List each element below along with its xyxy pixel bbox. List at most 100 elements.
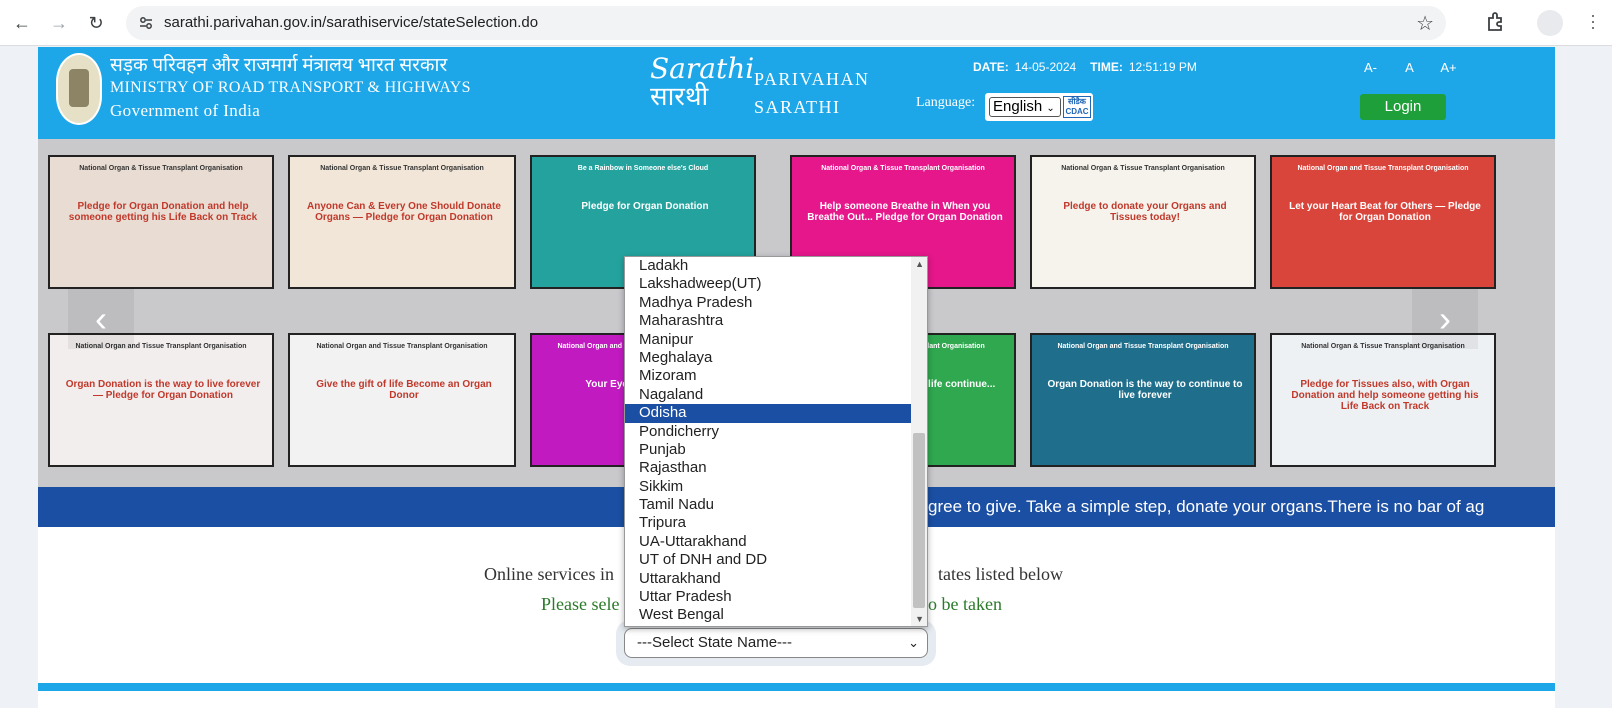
state-option[interactable]: Lakshadweep(UT) <box>625 275 912 293</box>
state-option[interactable]: Odisha <box>625 404 912 423</box>
font-normal-button[interactable]: A <box>1390 60 1429 75</box>
date-label: DATE: <box>973 60 1009 74</box>
state-option[interactable]: Punjab <box>625 441 912 459</box>
slide-text: Pledge for Tissues also, with Organ Dona… <box>1291 379 1479 412</box>
info-line-2-right: o be taken <box>928 594 1002 614</box>
state-option[interactable]: Sikkim <box>625 478 912 496</box>
state-option[interactable]: Madhya Pradesh <box>625 294 912 312</box>
state-option[interactable]: Manipur <box>625 331 912 349</box>
date-time-display: DATE: 14-05-2024 TIME: 12:51:19 PM <box>973 60 1197 74</box>
state-option[interactable]: Uttarakhand <box>625 570 912 588</box>
slide-text: Pledge for Organ Donation and help someo… <box>68 201 258 223</box>
carousel-slide[interactable]: National Organ and Tissue Transplant Org… <box>288 333 516 467</box>
site-info-icon[interactable] <box>138 15 154 31</box>
info-line-2-left: Please sele <box>541 594 620 614</box>
slide-text: Pledge for Organ Donation <box>581 201 709 212</box>
carousel-slide[interactable]: National Organ & Tissue Transplant Organ… <box>288 155 516 289</box>
state-option[interactable]: Mizoram <box>625 367 912 385</box>
time-label: TIME: <box>1090 60 1123 74</box>
sarathi-logo[interactable]: Sarathi सारथी PARIVAHAN SARATHI <box>650 52 885 118</box>
slide-title: Be a Rainbow in Someone else's Cloud <box>577 165 709 172</box>
slide-title: National Organ & Tissue Transplant Organ… <box>320 165 484 172</box>
carousel-prev-icon[interactable]: ‹ <box>68 289 134 349</box>
state-option[interactable]: Tripura <box>625 514 912 532</box>
slide-title: National Organ & Tissue Transplant Organ… <box>1061 165 1225 172</box>
state-option[interactable]: Ladakh <box>625 257 912 275</box>
footer-strip <box>38 683 1555 691</box>
forward-icon[interactable]: → <box>45 9 73 37</box>
state-option[interactable]: Rajasthan <box>625 459 912 477</box>
national-emblem-icon <box>56 53 102 125</box>
browser-toolbar: ← → ↻ sarathi.parivahan.gov.in/sarathise… <box>0 0 1612 46</box>
carousel-slide[interactable]: National Organ and Tissue Transplant Org… <box>1270 155 1496 289</box>
font-increase-button[interactable]: A+ <box>1429 60 1468 75</box>
scrollbar-thumb[interactable] <box>913 433 925 608</box>
state-option[interactable]: Meghalaya <box>625 349 912 367</box>
state-option[interactable]: West Bengal <box>625 606 912 624</box>
time-value: 12:51:19 PM <box>1128 60 1197 74</box>
language-box: English ⌄ सीडैक CDAC <box>985 93 1093 121</box>
info-line-1-right: tates listed below <box>938 564 1063 584</box>
ministry-english: MINISTRY OF ROAD TRANSPORT & HIGHWAYS <box>110 79 471 96</box>
font-decrease-button[interactable]: A- <box>1351 60 1390 75</box>
chevron-down-icon: ⌄ <box>908 635 919 650</box>
slide-text: Let your Heart Beat for Others — Pledge … <box>1289 201 1481 223</box>
ministry-hindi: सड़क परिवहन और राजमार्ग मंत्रालय भारत सर… <box>110 55 448 76</box>
carousel-slide[interactable]: National Organ and Tissue Transplant Org… <box>48 333 274 467</box>
scroll-up-icon[interactable]: ▲ <box>915 259 924 269</box>
scroll-down-icon[interactable]: ▼ <box>915 614 924 624</box>
bookmark-star-icon[interactable]: ☆ <box>1416 11 1434 36</box>
sarathi-logo-mark: Sarathi सारथी <box>650 52 755 117</box>
state-option[interactable]: Pondicherry <box>625 423 912 441</box>
slide-title: National Organ and Tissue Transplant Org… <box>1057 343 1229 350</box>
url-text[interactable]: sarathi.parivahan.gov.in/sarathiservice/… <box>164 14 538 31</box>
slide-title: National Organ and Tissue Transplant Org… <box>316 343 488 350</box>
profile-avatar[interactable] <box>1537 10 1563 36</box>
browser-menu-icon[interactable]: · · · <box>1590 6 1596 36</box>
language-value: English <box>993 98 1043 115</box>
state-select[interactable]: ---Select State Name--- ⌄ <box>624 628 928 658</box>
logo-mark-english: Sarathi <box>650 52 755 85</box>
slide-text: Pledge to donate your Organs and Tissues… <box>1063 201 1227 223</box>
state-option[interactable]: Uttar Pradesh <box>625 588 912 606</box>
carousel-next-icon[interactable]: › <box>1412 289 1478 349</box>
slide-text: Organ Donation is the way to continue to… <box>1047 379 1243 401</box>
dropdown-scrollbar[interactable]: ▲ ▼ <box>911 257 927 626</box>
reload-icon[interactable]: ↻ <box>82 9 110 37</box>
logo-line-parivahan: PARIVAHAN <box>754 69 870 89</box>
login-button[interactable]: Login <box>1360 94 1446 120</box>
slide-text: Help someone Breathe in When you Breathe… <box>807 201 1003 223</box>
ticker-text: gree to give. Take a simple step, donate… <box>928 497 1485 516</box>
state-option[interactable]: Tamil Nadu <box>625 496 912 514</box>
chevron-down-icon: ⌄ <box>1046 103 1055 114</box>
slide-text: Organ Donation is the way to live foreve… <box>65 379 261 401</box>
carousel-slide[interactable]: National Organ and Tissue Transplant Org… <box>1030 333 1256 467</box>
state-option[interactable]: UA-Uttarakhand <box>625 533 912 551</box>
address-bar[interactable]: sarathi.parivahan.gov.in/sarathiservice/… <box>126 6 1446 40</box>
carousel-slide[interactable]: National Organ & Tissue Transplant Organ… <box>48 155 274 289</box>
ministry-title: सड़क परिवहन और राजमार्ग मंत्रालय भारत सर… <box>110 55 471 123</box>
slide-text: Give the gift of life Become an Organ Do… <box>316 379 492 401</box>
info-line-1-left: Online services in <box>484 564 614 584</box>
extensions-icon[interactable] <box>1484 10 1508 34</box>
slide-title: National Organ & Tissue Transplant Organ… <box>79 165 243 172</box>
slide-title: National Organ and Tissue Transplant Org… <box>1297 165 1469 172</box>
back-icon[interactable]: ← <box>8 9 36 37</box>
site-header: सड़क परिवहन और राजमार्ग मंत्रालय भारत सर… <box>38 47 1555 139</box>
government-label: Government of India <box>110 101 261 120</box>
carousel-slide[interactable]: National Organ & Tissue Transplant Organ… <box>1270 333 1496 467</box>
state-option[interactable]: UT of DNH and DD <box>625 551 912 569</box>
state-option[interactable]: Maharashtra <box>625 312 912 330</box>
language-select[interactable]: English ⌄ <box>989 97 1061 117</box>
slide-text: Anyone Can & Every One Should Donate Org… <box>307 201 501 223</box>
cdac-logo: सीडैक CDAC <box>1063 96 1091 118</box>
slide-title: National Organ & Tissue Transplant Organ… <box>821 165 985 172</box>
date-value: 14-05-2024 <box>1014 60 1077 74</box>
carousel-slide[interactable]: National Organ & Tissue Transplant Organ… <box>1030 155 1256 289</box>
state-option[interactable]: Nagaland <box>625 386 912 404</box>
logo-line-sarathi: SARATHI <box>754 97 841 117</box>
logo-text: PARIVAHAN SARATHI <box>754 65 870 121</box>
language-label: Language: <box>916 95 976 110</box>
font-size-controls: A- A A+ <box>1351 60 1468 75</box>
state-dropdown-list[interactable]: Ladakh Lakshadweep(UT) Madhya Pradesh Mahar… <box>624 256 928 627</box>
